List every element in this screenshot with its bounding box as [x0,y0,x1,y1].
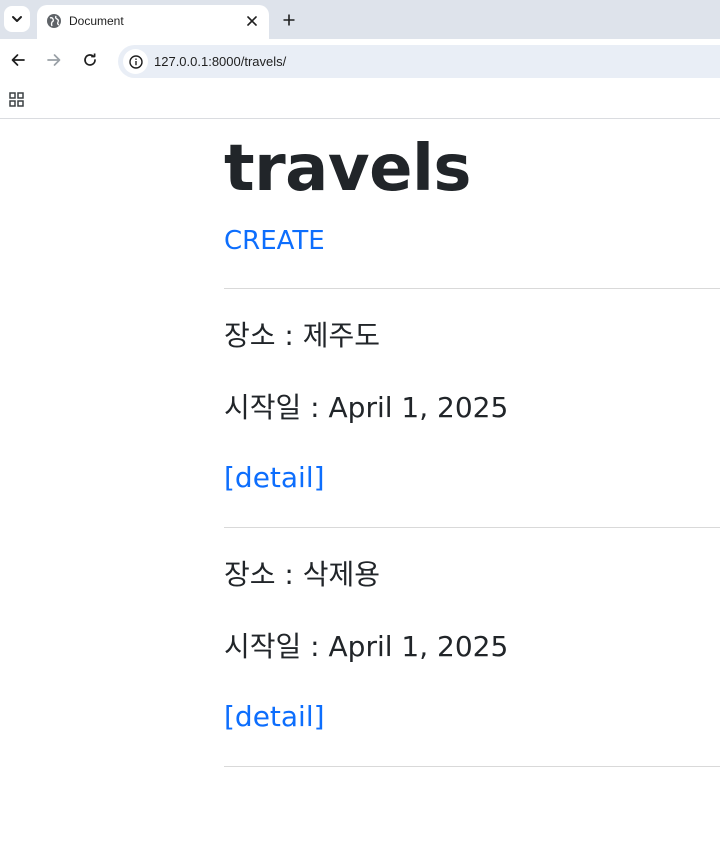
address-bar[interactable]: 127.0.0.1:8000/travels/ [118,45,720,78]
browser-tab[interactable]: Document [37,5,269,39]
arrow-left-icon [11,54,25,66]
info-icon [128,54,143,69]
tab-strip: Document [0,0,720,39]
page-content: travels CREATE 장소 : 제주도 시작일 : April 1, 2… [0,120,720,865]
tab-title: Document [69,14,124,28]
browser-toolbar: 127.0.0.1:8000/travels/ [0,39,720,82]
divider [224,766,720,767]
globe-icon [47,14,61,28]
page-title: travels [224,132,472,206]
divider [224,288,720,289]
tab-close-button[interactable] [242,11,262,31]
create-link[interactable]: CREATE [224,224,325,258]
apps-grid-icon[interactable] [8,91,26,109]
travel-detail-link[interactable]: [detail] [224,460,325,496]
url-text: 127.0.0.1:8000/travels/ [154,54,287,69]
close-icon [247,16,257,26]
plus-icon [283,14,295,26]
back-button[interactable] [7,49,29,71]
bookmarks-bar [0,82,720,119]
travel-start-date: 시작일 : April 1, 2025 [224,391,509,424]
reload-icon [84,53,96,66]
travel-place: 장소 : 제주도 [224,319,381,352]
travel-detail-link[interactable]: [detail] [224,699,325,735]
tab-search-button[interactable] [4,6,30,32]
travel-place: 장소 : 삭제용 [224,558,381,591]
arrow-right-icon [47,54,61,66]
site-info-button[interactable] [123,49,148,74]
new-tab-button[interactable] [278,9,300,31]
reload-button[interactable] [79,49,101,71]
divider [224,527,720,528]
travel-start-date: 시작일 : April 1, 2025 [224,630,509,663]
chevron-down-icon [12,16,22,22]
forward-button[interactable] [43,49,65,71]
